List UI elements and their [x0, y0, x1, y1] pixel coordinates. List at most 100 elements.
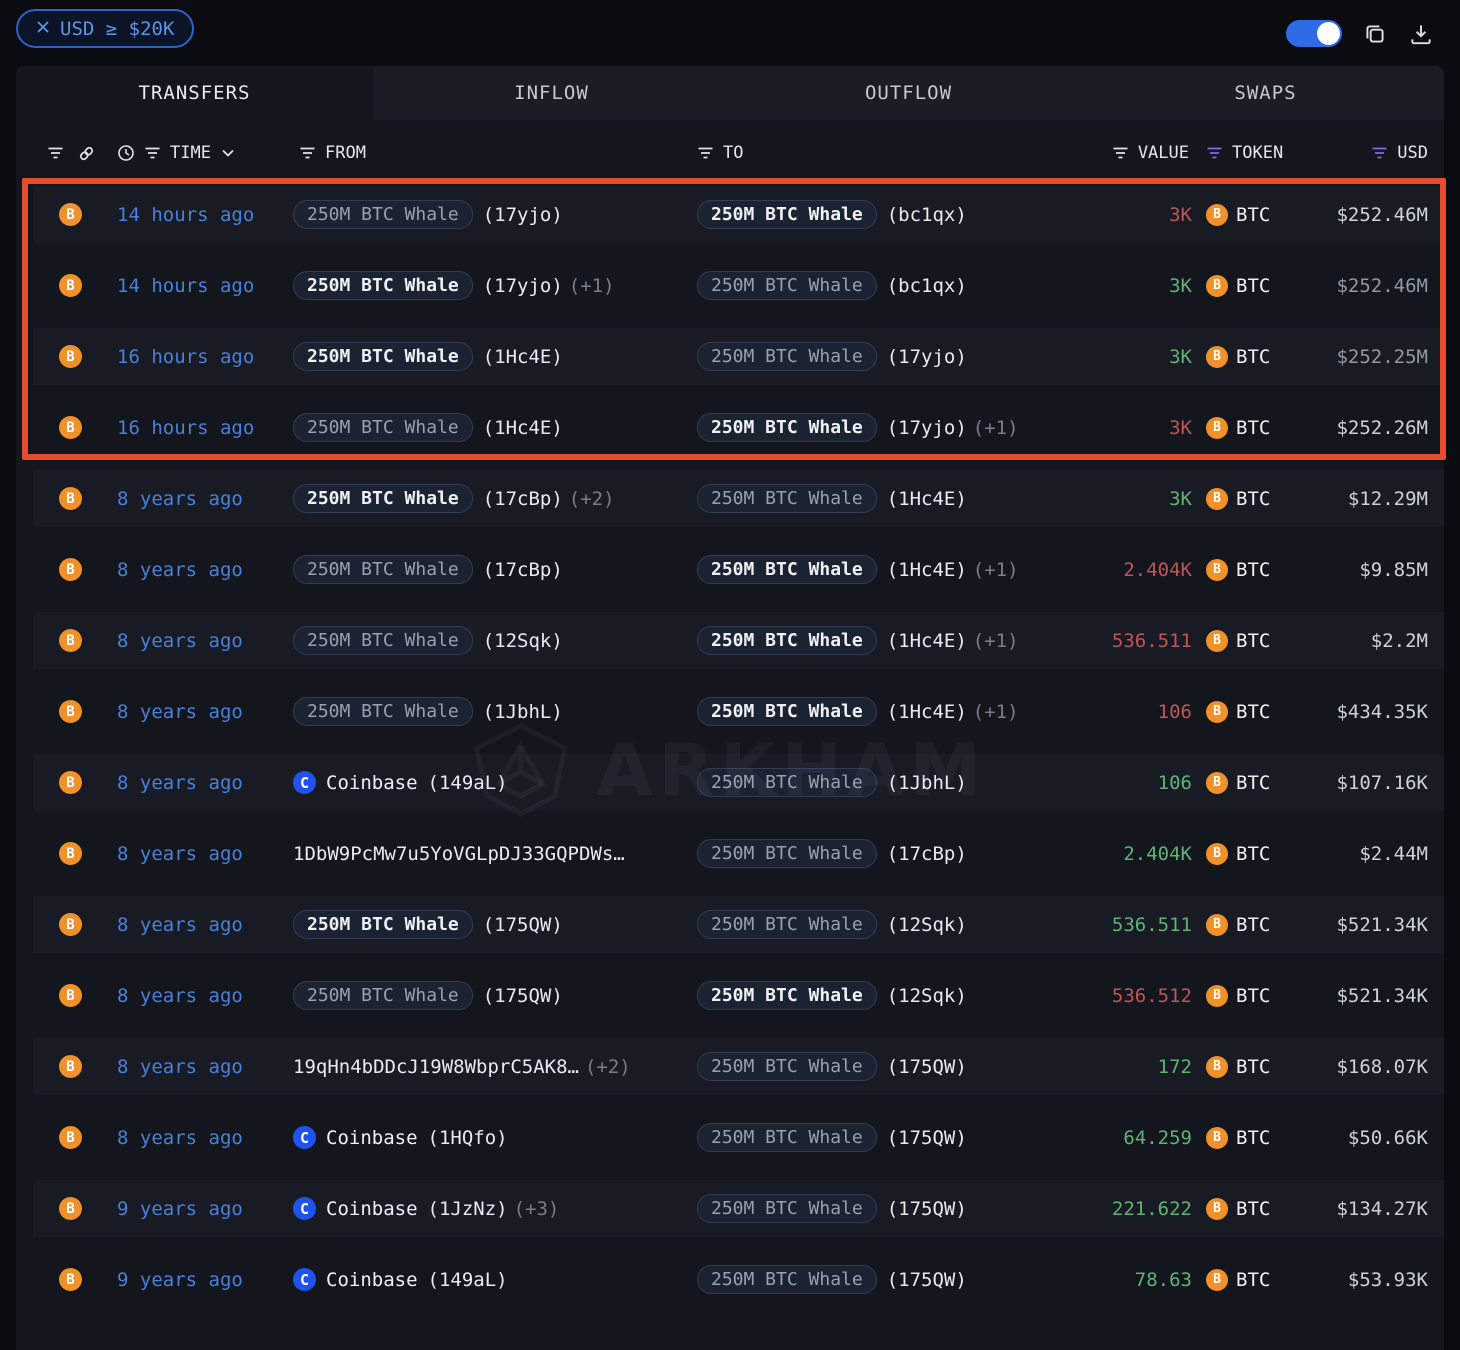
address-text[interactable]: (1JzNz) [428, 1198, 508, 1220]
address-text[interactable]: (175QW) [887, 1056, 967, 1078]
tab-swaps[interactable]: SWAPS [1087, 66, 1444, 120]
entity-badge[interactable]: 250M BTC Whale [697, 200, 877, 229]
address-text[interactable]: (149aL) [428, 1269, 508, 1291]
table-row[interactable]: B8 years ago1DbW9PcMw7u5YoVGLpDJ33GQPDWs… [33, 825, 1444, 882]
address-text[interactable]: (17cBp) [483, 488, 563, 510]
address-text[interactable]: (1Hc4E) [887, 488, 967, 510]
row-time-link[interactable]: 9 years ago [117, 1198, 293, 1220]
entity-badge[interactable]: 250M BTC Whale [293, 697, 473, 726]
address-text[interactable]: (bc1qx) [887, 275, 967, 297]
tab-outflow[interactable]: OUTFLOW [730, 66, 1087, 120]
entity-badge[interactable]: 250M BTC Whale [697, 1194, 877, 1223]
row-time-link[interactable]: 8 years ago [117, 914, 293, 936]
filter-icon-active[interactable] [1206, 146, 1223, 160]
table-row[interactable]: B8 years ago250M BTC Whale(175QW)250M BT… [33, 896, 1444, 953]
table-row[interactable]: B14 hours ago250M BTC Whale(17yjo)250M B… [33, 186, 1444, 243]
row-time-link[interactable]: 8 years ago [117, 985, 293, 1007]
address-text[interactable]: 19qHn4bDDcJ19W8WbprC5AK8… [293, 1056, 579, 1078]
chevron-down-icon[interactable] [222, 149, 234, 157]
entity-badge[interactable]: 250M BTC Whale [697, 413, 877, 442]
tab-transfers[interactable]: TRANSFERS [16, 66, 373, 120]
entity-badge[interactable]: 250M BTC Whale [293, 484, 473, 513]
entity-badge[interactable]: 250M BTC Whale [697, 981, 877, 1010]
table-row[interactable]: B8 years agoCCoinbase(1HQfo)250M BTC Wha… [33, 1109, 1444, 1166]
download-icon[interactable] [1408, 21, 1434, 47]
address-text[interactable]: (175QW) [887, 1198, 967, 1220]
entity-badge[interactable]: 250M BTC Whale [697, 484, 877, 513]
row-time-link[interactable]: 14 hours ago [117, 275, 293, 297]
entity-badge[interactable]: 250M BTC Whale [293, 626, 473, 655]
row-time-link[interactable]: 8 years ago [117, 1056, 293, 1078]
table-row[interactable]: B8 years ago250M BTC Whale(175QW)250M BT… [33, 967, 1444, 1024]
address-text[interactable]: (17cBp) [887, 843, 967, 865]
entity-name[interactable]: Coinbase [326, 1198, 418, 1220]
entity-badge[interactable]: 250M BTC Whale [293, 910, 473, 939]
filter-icon[interactable] [299, 146, 316, 160]
column-from[interactable]: FROM [325, 143, 366, 163]
table-row[interactable]: B8 years ago250M BTC Whale(17cBp)(+2)250… [33, 470, 1444, 527]
entity-badge[interactable]: 250M BTC Whale [293, 342, 473, 371]
address-text[interactable]: (175QW) [887, 1127, 967, 1149]
row-time-link[interactable]: 8 years ago [117, 701, 293, 723]
table-row[interactable]: B14 hours ago250M BTC Whale(17yjo)(+1)25… [33, 257, 1444, 314]
entity-badge[interactable]: 250M BTC Whale [293, 413, 473, 442]
table-row[interactable]: B16 hours ago250M BTC Whale(1Hc4E)250M B… [33, 328, 1444, 385]
address-text[interactable]: (1JbhL) [483, 701, 563, 723]
entity-badge[interactable]: 250M BTC Whale [697, 626, 877, 655]
address-text[interactable]: (1Hc4E) [887, 701, 967, 723]
address-text[interactable]: (bc1qx) [887, 204, 967, 226]
address-text[interactable]: (1Hc4E) [483, 346, 563, 368]
column-time[interactable]: TIME [170, 143, 211, 163]
address-text[interactable]: (175QW) [887, 1269, 967, 1291]
address-text[interactable]: (175QW) [483, 985, 563, 1007]
entity-badge[interactable]: 250M BTC Whale [697, 1265, 877, 1294]
entity-badge[interactable]: 250M BTC Whale [697, 839, 877, 868]
clock-icon[interactable] [117, 144, 135, 162]
address-text[interactable]: (1HQfo) [428, 1127, 508, 1149]
row-time-link[interactable]: 9 years ago [117, 1269, 293, 1291]
close-icon[interactable] [36, 20, 50, 38]
table-row[interactable]: B8 years agoCCoinbase(149aL)250M BTC Wha… [33, 754, 1444, 811]
link-icon[interactable] [78, 145, 95, 162]
entity-badge[interactable]: 250M BTC Whale [697, 1052, 877, 1081]
entity-badge[interactable]: 250M BTC Whale [697, 1123, 877, 1152]
address-text[interactable]: (17yjo) [887, 417, 967, 439]
table-row[interactable]: B8 years ago19qHn4bDDcJ19W8WbprC5AK8…(+2… [33, 1038, 1444, 1095]
row-time-link[interactable]: 16 hours ago [117, 346, 293, 368]
entity-badge[interactable]: 250M BTC Whale [697, 555, 877, 584]
filter-icon[interactable] [697, 146, 714, 160]
row-time-link[interactable]: 8 years ago [117, 843, 293, 865]
entity-badge[interactable]: 250M BTC Whale [697, 271, 877, 300]
address-text[interactable]: (12Sqk) [483, 630, 563, 652]
column-value[interactable]: VALUE [1138, 143, 1189, 163]
row-time-link[interactable]: 8 years ago [117, 559, 293, 581]
table-row[interactable]: B9 years agoCCoinbase(1JzNz)(+3)250M BTC… [33, 1180, 1444, 1237]
filter-icon[interactable] [1112, 146, 1129, 160]
address-text[interactable]: (12Sqk) [887, 914, 967, 936]
address-text[interactable]: (1Hc4E) [887, 630, 967, 652]
row-time-link[interactable]: 16 hours ago [117, 417, 293, 439]
table-row[interactable]: B9 years agoCCoinbase(149aL)250M BTC Wha… [33, 1251, 1444, 1308]
usd-filter-chip[interactable]: USD ≥ $20K [16, 9, 194, 48]
address-text[interactable]: 1DbW9PcMw7u5YoVGLpDJ33GQPDWs… [293, 843, 625, 865]
table-row[interactable]: B8 years ago250M BTC Whale(12Sqk)250M BT… [33, 612, 1444, 669]
address-text[interactable]: (17yjo) [483, 204, 563, 226]
row-time-link[interactable]: 8 years ago [117, 630, 293, 652]
tab-inflow[interactable]: INFLOW [373, 66, 730, 120]
address-text[interactable]: (1JbhL) [887, 772, 967, 794]
row-time-link[interactable]: 8 years ago [117, 772, 293, 794]
row-time-link[interactable]: 8 years ago [117, 488, 293, 510]
filter-icon[interactable] [47, 146, 64, 160]
entity-badge[interactable]: 250M BTC Whale [293, 981, 473, 1010]
entity-badge[interactable]: 250M BTC Whale [293, 200, 473, 229]
entity-name[interactable]: Coinbase [326, 1269, 418, 1291]
address-text[interactable]: (12Sqk) [887, 985, 967, 1007]
filter-icon[interactable] [144, 146, 161, 160]
entity-badge[interactable]: 250M BTC Whale [293, 271, 473, 300]
row-time-link[interactable]: 14 hours ago [117, 204, 293, 226]
row-time-link[interactable]: 8 years ago [117, 1127, 293, 1149]
copy-icon[interactable] [1362, 21, 1388, 47]
table-row[interactable]: B16 hours ago250M BTC Whale(1Hc4E)250M B… [33, 399, 1444, 456]
address-text[interactable]: (17yjo) [483, 275, 563, 297]
address-text[interactable]: (17cBp) [483, 559, 563, 581]
